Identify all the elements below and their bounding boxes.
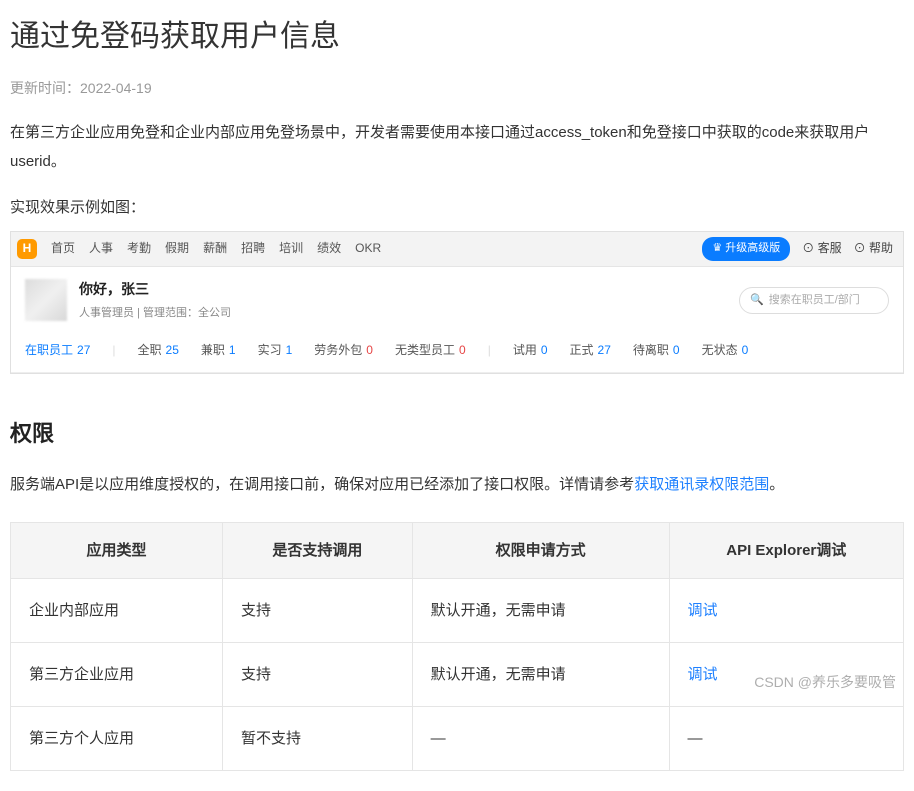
nav-item[interactable]: 培训 — [279, 238, 303, 260]
permission-table: 应用类型 是否支持调用 权限申请方式 API Explorer调试 企业内部应用… — [10, 522, 904, 771]
nav-item[interactable]: 人事 — [89, 238, 113, 260]
perm-desc-prefix: 服务端API是以应用维度授权的，在调用接口前，确保对应用已经添加了接口权限。详情… — [10, 476, 634, 493]
kefu-link[interactable]: ⊙ 客服 — [802, 238, 841, 260]
nav-item[interactable]: 绩效 — [317, 238, 341, 260]
upgrade-label: 升级高级版 — [725, 239, 780, 259]
stat-item[interactable]: 实习1 — [258, 340, 293, 362]
th-support: 是否支持调用 — [223, 522, 413, 578]
avatar — [25, 279, 67, 321]
update-time: 更新时间：2022-04-19 — [10, 76, 904, 101]
debug-link[interactable]: 调试 — [688, 602, 718, 619]
stat-item[interactable]: 无类型员工0 — [395, 340, 466, 362]
debug-link[interactable]: 调试 — [688, 666, 718, 683]
role-line: 人事管理员 | 管理范围：全公司 — [79, 304, 231, 324]
th-app-type: 应用类型 — [11, 522, 223, 578]
search-input[interactable]: 🔍 搜索在职员工/部门 — [739, 287, 889, 315]
demo-header: 你好，张三 人事管理员 | 管理范围：全公司 🔍 搜索在职员工/部门 — [11, 267, 903, 332]
nav-item[interactable]: OKR — [355, 238, 381, 260]
stat-separator: | — [488, 340, 491, 362]
demo-logo-icon: H — [17, 239, 37, 259]
permission-heading: 权限 — [10, 414, 904, 454]
cell-app-type: 第三方个人应用 — [11, 706, 223, 770]
table-row: 第三方企业应用支持默认开通，无需申请 调试 — [11, 642, 904, 706]
cell-method: — — [412, 706, 669, 770]
stat-item[interactable]: 在职员工27 — [25, 340, 90, 362]
cell-method: 默认开通，无需申请 — [412, 578, 669, 642]
stat-item[interactable]: 待离职0 — [633, 340, 680, 362]
permission-description: 服务端API是以应用维度授权的，在调用接口前，确保对应用已经添加了接口权限。详情… — [10, 471, 904, 500]
update-date: 2022-04-19 — [80, 80, 152, 96]
update-prefix: 更新时间： — [10, 80, 80, 96]
cell-support: 支持 — [223, 578, 413, 642]
greeting: 你好，张三 — [79, 277, 231, 302]
cell-support: 暂不支持 — [223, 706, 413, 770]
cell-method: 默认开通，无需申请 — [412, 642, 669, 706]
cell-debug: 调试 — [669, 578, 904, 642]
table-row: 第三方个人应用暂不支持—— — [11, 706, 904, 770]
search-placeholder: 搜索在职员工/部门 — [769, 291, 860, 311]
table-header-row: 应用类型 是否支持调用 权限申请方式 API Explorer调试 — [11, 522, 904, 578]
stat-item[interactable]: 兼职1 — [201, 340, 236, 362]
example-label: 实现效果示例如图： — [10, 194, 904, 221]
upgrade-button[interactable]: ♛ 升级高级版 — [702, 237, 790, 261]
stat-separator: | — [112, 340, 115, 362]
stat-item[interactable]: 试用0 — [513, 340, 548, 362]
cell-debug: 调试 — [669, 642, 904, 706]
th-debug: API Explorer调试 — [669, 522, 904, 578]
nav-item[interactable]: 薪酬 — [203, 238, 227, 260]
stat-item[interactable]: 劳务外包0 — [314, 340, 373, 362]
nav-item[interactable]: 首页 — [51, 238, 75, 260]
cell-debug: — — [669, 706, 904, 770]
th-method: 权限申请方式 — [412, 522, 669, 578]
stat-item[interactable]: 全职25 — [138, 340, 179, 362]
cell-support: 支持 — [223, 642, 413, 706]
help-link-label: 帮助 — [869, 241, 893, 255]
demo-nav: 首页 人事 考勤 假期 薪酬 招聘 培训 绩效 OKR — [51, 238, 688, 260]
kefu-label: 客服 — [818, 241, 842, 255]
search-icon: 🔍 — [750, 291, 764, 311]
stat-item[interactable]: 正式27 — [570, 340, 611, 362]
help-link[interactable]: ⊙ 帮助 — [854, 238, 893, 260]
cell-app-type: 企业内部应用 — [11, 578, 223, 642]
nav-item[interactable]: 考勤 — [127, 238, 151, 260]
page-title: 通过免登码获取用户信息 — [10, 10, 904, 64]
intro-paragraph: 在第三方企业应用免登和企业内部应用免登场景中，开发者需要使用本接口通过acces… — [10, 119, 904, 176]
demo-topbar: H 首页 人事 考勤 假期 薪酬 招聘 培训 绩效 OKR ♛ 升级高级版 ⊙ … — [11, 232, 903, 267]
crown-icon: ♛ — [712, 239, 722, 259]
table-row: 企业内部应用支持默认开通，无需申请 调试 — [11, 578, 904, 642]
demo-stats-row: 在职员工27 | 全职25 兼职1 实习1 劳务外包0 无类型员工0 | 试用0 正式27 待离职0… — [11, 332, 903, 373]
demo-screenshot: H 首页 人事 考勤 假期 薪酬 招聘 培训 绩效 OKR ♛ 升级高级版 ⊙ … — [10, 231, 904, 373]
stat-item[interactable]: 无状态0 — [702, 340, 749, 362]
nav-item[interactable]: 招聘 — [241, 238, 265, 260]
perm-desc-suffix: 。 — [769, 476, 784, 493]
cell-app-type: 第三方企业应用 — [11, 642, 223, 706]
nav-item[interactable]: 假期 — [165, 238, 189, 260]
permission-scope-link[interactable]: 获取通讯录权限范围 — [634, 476, 769, 493]
